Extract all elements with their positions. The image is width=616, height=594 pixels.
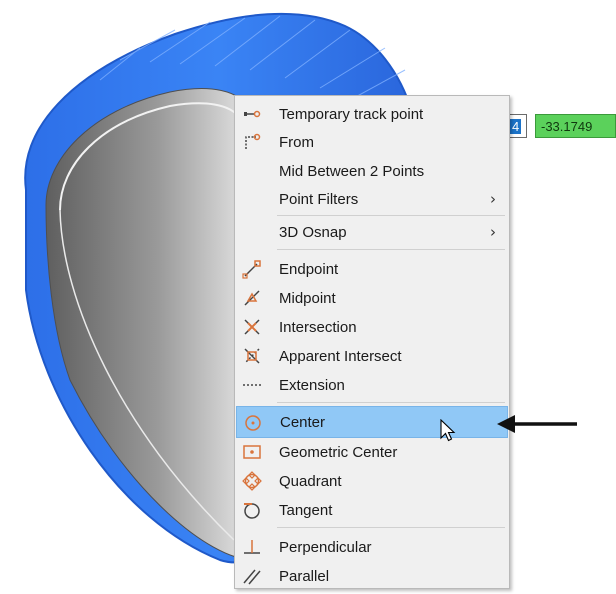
perpendicular-icon	[244, 540, 260, 554]
menu-item-endpoint[interactable]: Endpoint	[236, 255, 508, 283]
apparent-intersect-icon	[244, 348, 260, 364]
quadrant-icon	[242, 471, 262, 491]
menu-item-quadrant[interactable]: Quadrant	[236, 467, 508, 495]
mouse-cursor-icon	[440, 419, 456, 442]
menu-item-label: 3D Osnap	[279, 223, 347, 241]
menu-item-from[interactable]: From	[236, 128, 508, 156]
menu-item-geometric-center[interactable]: Geometric Center	[236, 438, 508, 466]
menu-item-center[interactable]: Center	[236, 406, 508, 438]
menu-item-temporary-track-point[interactable]: Temporary track point	[236, 100, 508, 128]
from-icon	[245, 133, 261, 149]
midpoint-icon	[244, 290, 260, 306]
menu-item-intersection[interactable]: Intersection	[236, 313, 508, 341]
menu-item-label: Point Filters	[279, 190, 359, 208]
menu-item-label: Mid Between 2 Points	[279, 162, 425, 180]
menu-item-point-filters[interactable]: Point Filters ›	[236, 185, 508, 213]
menu-item-label: Apparent Intersect	[279, 347, 402, 365]
menu-item-apparent-intersect[interactable]: Apparent Intersect	[236, 342, 508, 370]
temporary-track-point-icon	[244, 110, 261, 118]
menu-item-tangent[interactable]: Tangent	[236, 496, 508, 524]
center-icon	[245, 415, 261, 431]
menu-item-label: Endpoint	[279, 260, 339, 278]
object-snap-context-menu: Temporary track point From Mid Between 2…	[234, 95, 510, 589]
menu-item-label: Midpoint	[279, 289, 336, 307]
menu-item-extension[interactable]: Extension	[236, 371, 508, 399]
menu-item-parallel[interactable]: Parallel	[236, 562, 508, 590]
menu-item-perpendicular[interactable]: Perpendicular	[236, 533, 508, 561]
inner-wall-surface	[45, 88, 251, 561]
menu-item-label: From	[279, 133, 314, 151]
menu-item-label: Temporary track point	[279, 105, 424, 123]
menu-item-label: Extension	[279, 376, 345, 394]
menu-separator	[277, 527, 505, 528]
menu-item-label: Center	[280, 413, 326, 431]
menu-item-label: Parallel	[279, 567, 330, 585]
menu-item-label: Tangent	[279, 501, 333, 519]
intersection-icon	[244, 319, 260, 335]
menu-item-label: Intersection	[279, 318, 357, 336]
menu-item-label: Geometric Center	[279, 443, 398, 461]
x-coordinate-field[interactable]: 4	[508, 114, 527, 138]
menu-item-label: Quadrant	[279, 472, 342, 490]
menu-separator	[277, 402, 505, 403]
parallel-icon	[243, 569, 261, 585]
menu-item-mid-between-2-points[interactable]: Mid Between 2 Points	[236, 157, 508, 185]
geometric-center-icon	[243, 445, 261, 459]
menu-item-3d-osnap[interactable]: 3D Osnap ›	[236, 218, 508, 246]
extension-icon	[243, 384, 261, 386]
menu-item-label: Perpendicular	[279, 538, 372, 556]
menu-separator	[277, 215, 505, 216]
endpoint-icon	[242, 260, 261, 279]
menu-item-midpoint[interactable]: Midpoint	[236, 284, 508, 312]
annotation-arrow-icon	[497, 415, 577, 433]
tangent-icon	[244, 503, 260, 519]
submenu-arrow-icon: ›	[490, 190, 496, 208]
menu-separator	[277, 249, 505, 250]
y-coordinate-field[interactable]: -33.1749	[535, 114, 616, 138]
submenu-arrow-icon: ›	[490, 223, 496, 241]
